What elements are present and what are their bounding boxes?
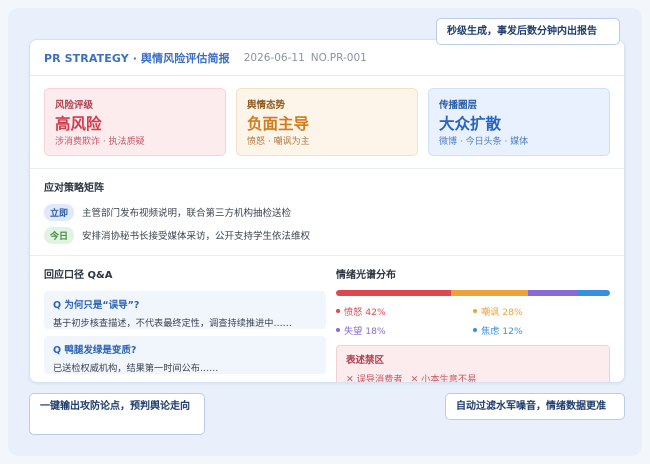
- banned-item: ✕ 小本生意不易: [410, 374, 477, 383]
- strategy-title: 应对策略矩阵: [44, 183, 104, 194]
- emotion-legend: 愤怒 42% 嘲讽 28% 失望 18% 焦虑 12%: [336, 304, 610, 337]
- emotion-legend-label: 愤怒 42%: [344, 307, 386, 318]
- emotion-legend-label: 嘲讽 28%: [481, 307, 523, 318]
- report-brand-title: PR STRATEGY · 舆情风险评估简报: [44, 51, 230, 65]
- emotion-spectrum-bar: [336, 290, 610, 296]
- metric-risk-sub: 涉消费欺诈 · 执法质疑: [55, 137, 145, 147]
- strategy-section: 应对策略矩阵 立即 主管部门发布视频说明，联合第三方机构抽检送检 今日 安排消协…: [30, 169, 624, 245]
- qa-item: Q 为何只是“误导”? 基于初步核查描述，不代表最终定性，调查持续推进中……: [44, 291, 326, 329]
- qa-answer: 已送检权威机构，结果第一时间公布……: [53, 363, 219, 374]
- legend-dot-icon: [336, 309, 340, 313]
- emotion-legend-item: 焦虑 12%: [473, 323, 610, 337]
- metric-risk-value: 高风险: [55, 114, 102, 133]
- emotion-bar-segment: [336, 290, 452, 296]
- emotion-legend-item: 嘲讽 28%: [473, 304, 610, 318]
- strategy-tag-now: 立即: [44, 203, 75, 221]
- banned-expressions-box: 表述禁区 ✕ 误导消费者 ✕ 小本生意不易: [336, 345, 610, 383]
- report-number: NO.PR-001: [310, 51, 367, 64]
- emotion-legend-item: 失望 18%: [336, 323, 473, 337]
- emotion-bar-segment: [451, 290, 528, 296]
- metric-sentiment-card: 舆情态势 负面主导 愤怒 · 嘲讽为主: [236, 88, 418, 156]
- strategy-tag-today: 今日: [44, 226, 75, 244]
- metric-sentiment-value: 负面主导: [247, 114, 310, 133]
- callout-left: 一键输出攻防论点，预判舆论走向: [29, 393, 205, 435]
- callout-right: 自动过滤水军噪音，情绪数据更准: [445, 393, 625, 420]
- strategy-row: 立即 主管部门发布视频说明，联合第三方机构抽检送检: [44, 202, 610, 222]
- metric-risk-card: 风险评级 高风险 涉消费欺诈 · 执法质疑: [44, 88, 226, 156]
- report-card: PR STRATEGY · 舆情风险评估简报 2026-06-11 NO.PR-…: [29, 39, 625, 383]
- banned-title: 表述禁区: [346, 355, 385, 366]
- banned-item: ✕ 误导消费者: [346, 374, 403, 383]
- metric-risk-label: 风险评级: [55, 100, 94, 111]
- qa-title: 回应口径 Q&A: [44, 270, 113, 281]
- banned-items: ✕ 误导消费者 ✕ 小本生意不易: [346, 371, 600, 383]
- qa-question: Q 鸭腿发绿是变质?: [53, 345, 137, 356]
- qa-answer: 基于初步核查描述，不代表最终定性，调查持续推进中……: [53, 318, 292, 329]
- metric-sentiment-label: 舆情态势: [247, 100, 286, 111]
- metric-spread-sub: 微博 · 今日头条 · 媒体: [439, 137, 529, 147]
- callout-top: 秒级生成，事发后数分钟内出报告: [436, 18, 620, 45]
- legend-dot-icon: [473, 328, 477, 332]
- emotion-title: 情绪光谱分布: [336, 270, 396, 281]
- metric-sentiment-sub: 愤怒 · 嘲讽为主: [247, 137, 310, 147]
- emotion-legend-label: 焦虑 12%: [481, 326, 523, 337]
- strategy-text: 安排消协秘书长接受媒体采访，公开支持学生依法维权: [82, 231, 311, 242]
- bottom-section: 回应口径 Q&A Q 为何只是“误导”? 基于初步核查描述，不代表最终定性，调查…: [30, 256, 624, 383]
- emotion-legend-label: 失望 18%: [344, 326, 386, 337]
- legend-dot-icon: [473, 309, 477, 313]
- strategy-text: 主管部门发布视频说明，联合第三方机构抽检送检: [82, 208, 292, 219]
- report-date: 2026-06-11: [243, 51, 305, 64]
- metric-spread-label: 传播圈层: [439, 100, 478, 111]
- emotion-bar-segment: [577, 290, 610, 296]
- report-header: PR STRATEGY · 舆情风险评估简报 2026-06-11 NO.PR-…: [30, 40, 624, 76]
- metric-spread-value: 大众扩散: [439, 114, 502, 133]
- legend-dot-icon: [336, 328, 340, 332]
- qa-item: Q 鸭腿发绿是变质? 已送检权威机构，结果第一时间公布……: [44, 336, 326, 374]
- strategy-row: 今日 安排消协秘书长接受媒体采访，公开支持学生依法维权: [44, 225, 610, 245]
- qa-question: Q 为何只是“误导”?: [53, 300, 140, 311]
- emotion-legend-item: 愤怒 42%: [336, 304, 473, 318]
- metrics-row: 风险评级 高风险 涉消费欺诈 · 执法质疑 舆情态势 负面主导 愤怒 · 嘲讽为…: [30, 76, 624, 156]
- emotion-bar-segment: [527, 290, 578, 296]
- emotion-section: 情绪光谱分布 愤怒 42% 嘲讽 28% 失望 18% 焦虑 12% 表述禁区 ✕ 误…: [336, 266, 610, 383]
- metric-spread-card: 传播圈层 大众扩散 微博 · 今日头条 · 媒体: [428, 88, 610, 156]
- qa-section: 回应口径 Q&A Q 为何只是“误导”? 基于初步核查描述，不代表最终定性，调查…: [44, 266, 326, 382]
